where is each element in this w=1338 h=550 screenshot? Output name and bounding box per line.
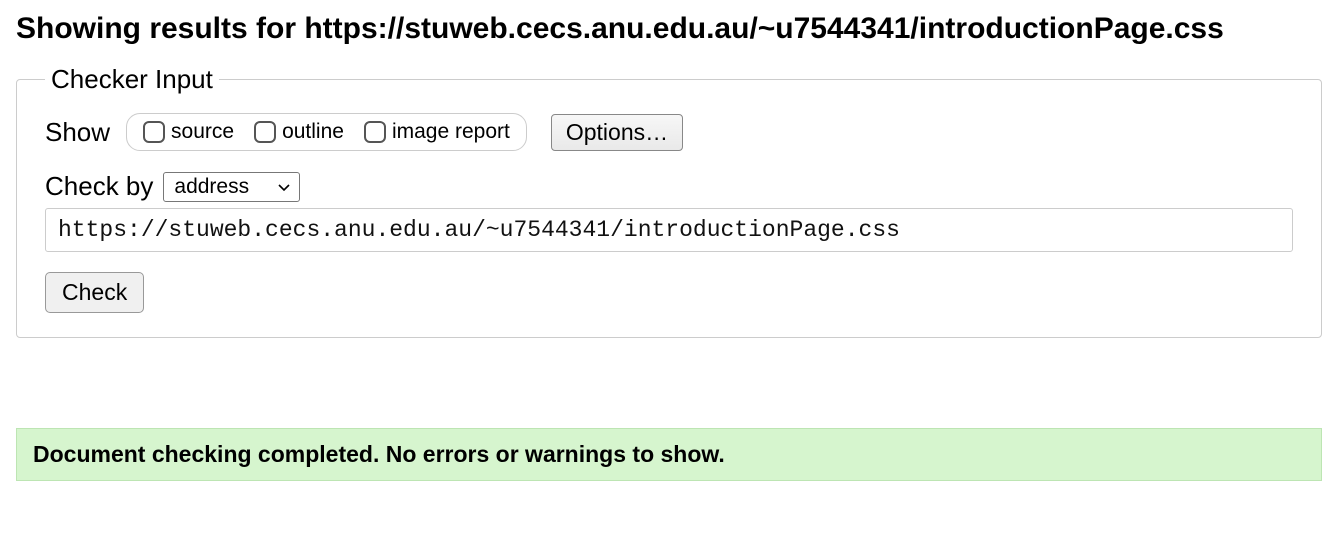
checkbox-outline[interactable]: outline <box>254 120 344 144</box>
checkbox-image-report-label: image report <box>392 120 510 144</box>
check-row: Check <box>45 272 1293 313</box>
show-label: Show <box>45 117 110 148</box>
check-button[interactable]: Check <box>45 272 144 313</box>
checker-input-legend: Checker Input <box>45 64 219 95</box>
checkbox-box-icon <box>143 121 165 143</box>
checkbox-image-report[interactable]: image report <box>364 120 510 144</box>
result-message: Document checking completed. No errors o… <box>33 441 725 467</box>
checkbox-source-label: source <box>171 120 234 144</box>
show-checkbox-group: source outline image report <box>126 113 527 151</box>
url-row <box>45 208 1293 252</box>
heading-url: https://stuweb.cecs.anu.edu.au/~u7544341… <box>304 12 1223 45</box>
show-row: Show source outline image report Options… <box>45 113 1293 151</box>
checker-input-fieldset: Checker Input Show source outline image … <box>16 64 1322 338</box>
result-banner: Document checking completed. No errors o… <box>16 428 1322 481</box>
chevron-down-icon <box>277 182 291 192</box>
checkbox-box-icon <box>364 121 386 143</box>
url-input[interactable] <box>45 208 1293 252</box>
page-heading: Showing results for https://stuweb.cecs.… <box>16 12 1322 46</box>
checkby-label: Check by <box>45 171 153 202</box>
options-button[interactable]: Options… <box>551 114 683 151</box>
checkbox-box-icon <box>254 121 276 143</box>
checkbox-outline-label: outline <box>282 120 344 144</box>
heading-prefix: Showing results for <box>16 12 304 45</box>
checkby-select[interactable]: address <box>163 172 300 202</box>
checkby-selected-value: address <box>174 175 249 199</box>
checkby-row: Check by address <box>45 171 1293 202</box>
checkbox-source[interactable]: source <box>143 120 234 144</box>
